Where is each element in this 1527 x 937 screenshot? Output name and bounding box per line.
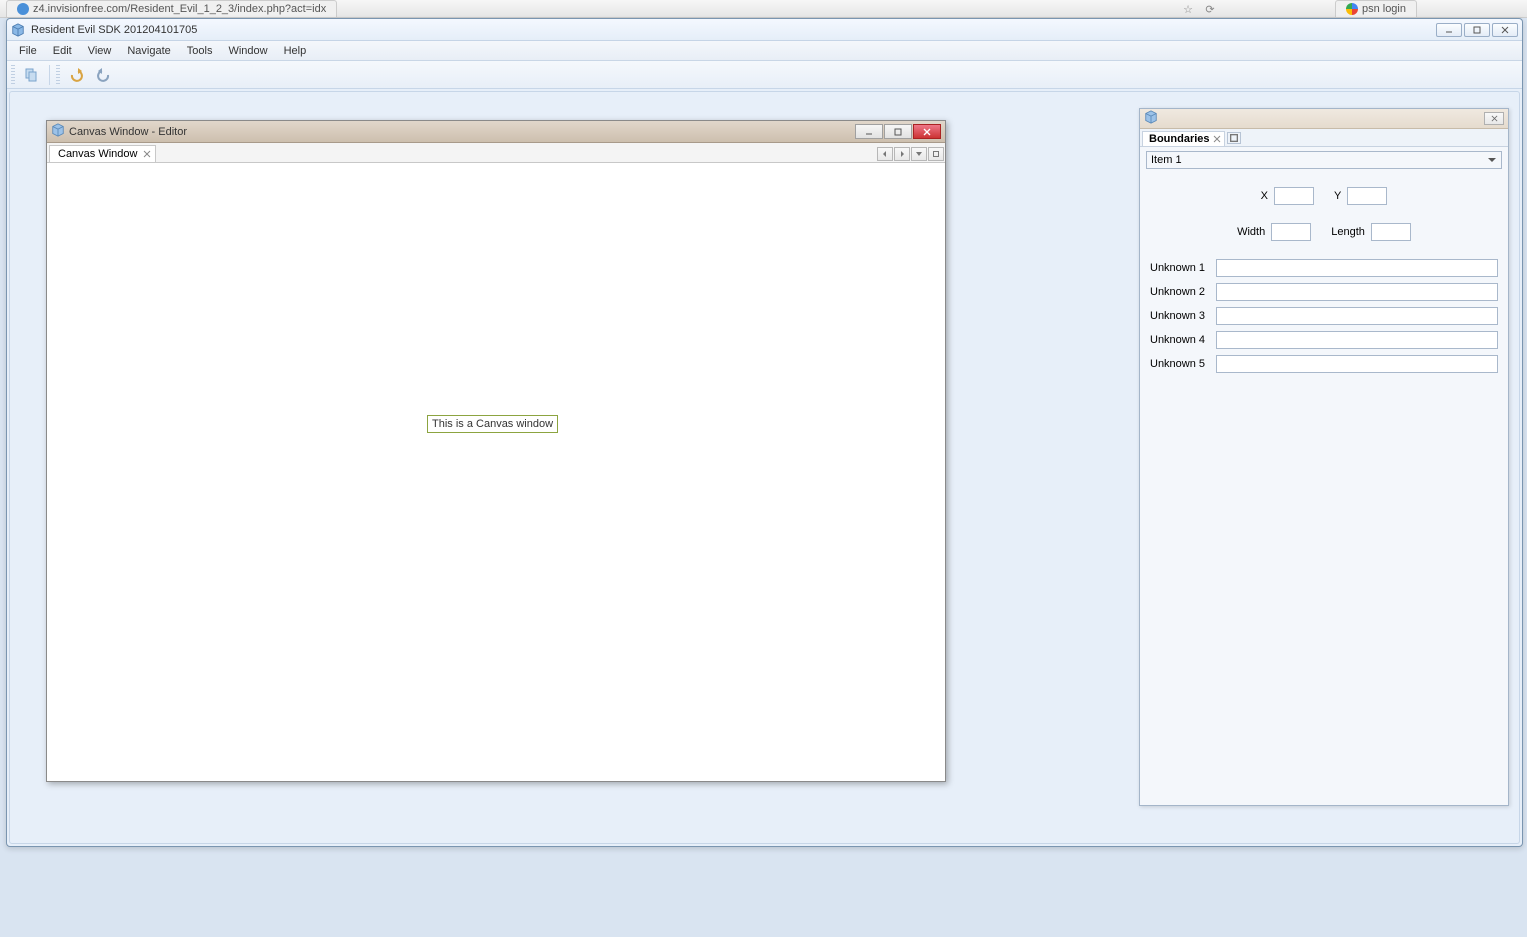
copy-button[interactable] bbox=[19, 64, 43, 86]
canvas-editor-title: Canvas Window - Editor bbox=[69, 126, 187, 138]
favicon-icon bbox=[17, 3, 29, 15]
menu-window[interactable]: Window bbox=[220, 43, 275, 59]
coord-row-2: Width Length bbox=[1146, 223, 1502, 241]
menu-file[interactable]: File bbox=[11, 43, 45, 59]
unknown-2-label: Unknown 2 bbox=[1150, 286, 1210, 298]
unknown-2-input[interactable] bbox=[1216, 283, 1498, 301]
x-label: X bbox=[1261, 190, 1268, 202]
redo-button[interactable] bbox=[92, 64, 116, 86]
tab-maximize-button[interactable] bbox=[928, 147, 944, 161]
unknown-4-input[interactable] bbox=[1216, 331, 1498, 349]
properties-tabs: Boundaries bbox=[1140, 129, 1508, 147]
toolbar-separator bbox=[49, 65, 50, 85]
properties-close-button[interactable] bbox=[1484, 112, 1504, 125]
properties-titlebar[interactable] bbox=[1140, 109, 1508, 129]
boundaries-tab-label: Boundaries bbox=[1149, 133, 1210, 145]
boundaries-tab[interactable]: Boundaries bbox=[1142, 131, 1225, 146]
app-window: Resident Evil SDK 201204101705 File Edit… bbox=[6, 18, 1523, 847]
y-input[interactable] bbox=[1347, 187, 1387, 205]
browser-address-controls: ☆ ⟳ bbox=[1181, 2, 1217, 16]
unknown-fields: Unknown 1 Unknown 2 Unknown 3 Unknown 4 bbox=[1146, 259, 1502, 373]
canvas-maximize-button[interactable] bbox=[884, 124, 912, 139]
canvas-editor-window-controls bbox=[855, 124, 941, 139]
menu-tools[interactable]: Tools bbox=[179, 43, 221, 59]
canvas-placeholder-text: This is a Canvas window bbox=[427, 415, 558, 433]
browser-tab-1-text: z4.invisionfree.com/Resident_Evil_1_2_3/… bbox=[33, 3, 326, 15]
unknown-3-label: Unknown 3 bbox=[1150, 310, 1210, 322]
unknown-3-input[interactable] bbox=[1216, 307, 1498, 325]
menubar: File Edit View Navigate Tools Window Hel… bbox=[7, 41, 1522, 61]
canvas-close-button[interactable] bbox=[913, 124, 941, 139]
undo-button[interactable] bbox=[64, 64, 88, 86]
tab-scroll-right-button[interactable] bbox=[894, 147, 910, 161]
browser-tab-1[interactable]: z4.invisionfree.com/Resident_Evil_1_2_3/… bbox=[6, 0, 337, 17]
length-label: Length bbox=[1331, 226, 1365, 238]
canvas-tabs: Canvas Window bbox=[47, 143, 945, 163]
canvas-tab-controls bbox=[876, 146, 945, 162]
favicon-icon bbox=[1346, 3, 1358, 15]
unknown-1-input[interactable] bbox=[1216, 259, 1498, 277]
toolbar-grip[interactable] bbox=[56, 65, 60, 85]
browser-tab-2[interactable]: psn login bbox=[1335, 0, 1417, 17]
properties-tab-maximize-button[interactable] bbox=[1227, 132, 1241, 144]
properties-panel: Boundaries Item 1 X Y bbox=[1139, 108, 1509, 806]
window-controls bbox=[1436, 23, 1518, 37]
x-input[interactable] bbox=[1274, 187, 1314, 205]
width-input[interactable] bbox=[1271, 223, 1311, 241]
canvas-tab-label: Canvas Window bbox=[58, 148, 137, 160]
browser-chrome: z4.invisionfree.com/Resident_Evil_1_2_3/… bbox=[0, 0, 1527, 18]
maximize-button[interactable] bbox=[1464, 23, 1490, 37]
item-dropdown-value: Item 1 bbox=[1151, 154, 1182, 166]
menu-help[interactable]: Help bbox=[276, 43, 315, 59]
close-button[interactable] bbox=[1492, 23, 1518, 37]
unknown-1-label: Unknown 1 bbox=[1150, 262, 1210, 274]
y-label: Y bbox=[1334, 190, 1341, 202]
menu-view[interactable]: View bbox=[80, 43, 120, 59]
workspace: Canvas Window - Editor Canvas Window bbox=[9, 91, 1520, 844]
star-icon[interactable]: ☆ bbox=[1181, 2, 1195, 16]
canvas-tab[interactable]: Canvas Window bbox=[49, 145, 156, 162]
close-tab-icon[interactable] bbox=[1213, 134, 1221, 142]
cube-icon bbox=[1144, 110, 1158, 127]
close-tab-icon[interactable] bbox=[143, 149, 151, 157]
unknown-5-label: Unknown 5 bbox=[1150, 358, 1210, 370]
unknown-5-input[interactable] bbox=[1216, 355, 1498, 373]
app-title: Resident Evil SDK 201204101705 bbox=[31, 24, 197, 36]
app-titlebar[interactable]: Resident Evil SDK 201204101705 bbox=[7, 19, 1522, 41]
toolbar bbox=[7, 61, 1522, 89]
reload-icon[interactable]: ⟳ bbox=[1203, 2, 1217, 16]
width-label: Width bbox=[1237, 226, 1265, 238]
tab-dropdown-button[interactable] bbox=[911, 147, 927, 161]
tab-scroll-left-button[interactable] bbox=[877, 147, 893, 161]
menu-navigate[interactable]: Navigate bbox=[119, 43, 178, 59]
item-dropdown[interactable]: Item 1 bbox=[1146, 151, 1502, 169]
cube-icon bbox=[51, 123, 65, 140]
canvas-minimize-button[interactable] bbox=[855, 124, 883, 139]
toolbar-grip[interactable] bbox=[11, 65, 15, 85]
canvas-area[interactable]: This is a Canvas window bbox=[47, 163, 945, 781]
canvas-editor-titlebar[interactable]: Canvas Window - Editor bbox=[47, 121, 945, 143]
length-input[interactable] bbox=[1371, 223, 1411, 241]
unknown-4-label: Unknown 4 bbox=[1150, 334, 1210, 346]
app-cube-icon bbox=[11, 23, 25, 37]
minimize-button[interactable] bbox=[1436, 23, 1462, 37]
browser-tab-2-text: psn login bbox=[1362, 3, 1406, 15]
coord-row-1: X Y bbox=[1146, 187, 1502, 205]
properties-body: Item 1 X Y Width bbox=[1140, 147, 1508, 383]
menu-edit[interactable]: Edit bbox=[45, 43, 80, 59]
canvas-editor-window: Canvas Window - Editor Canvas Window bbox=[46, 120, 946, 782]
